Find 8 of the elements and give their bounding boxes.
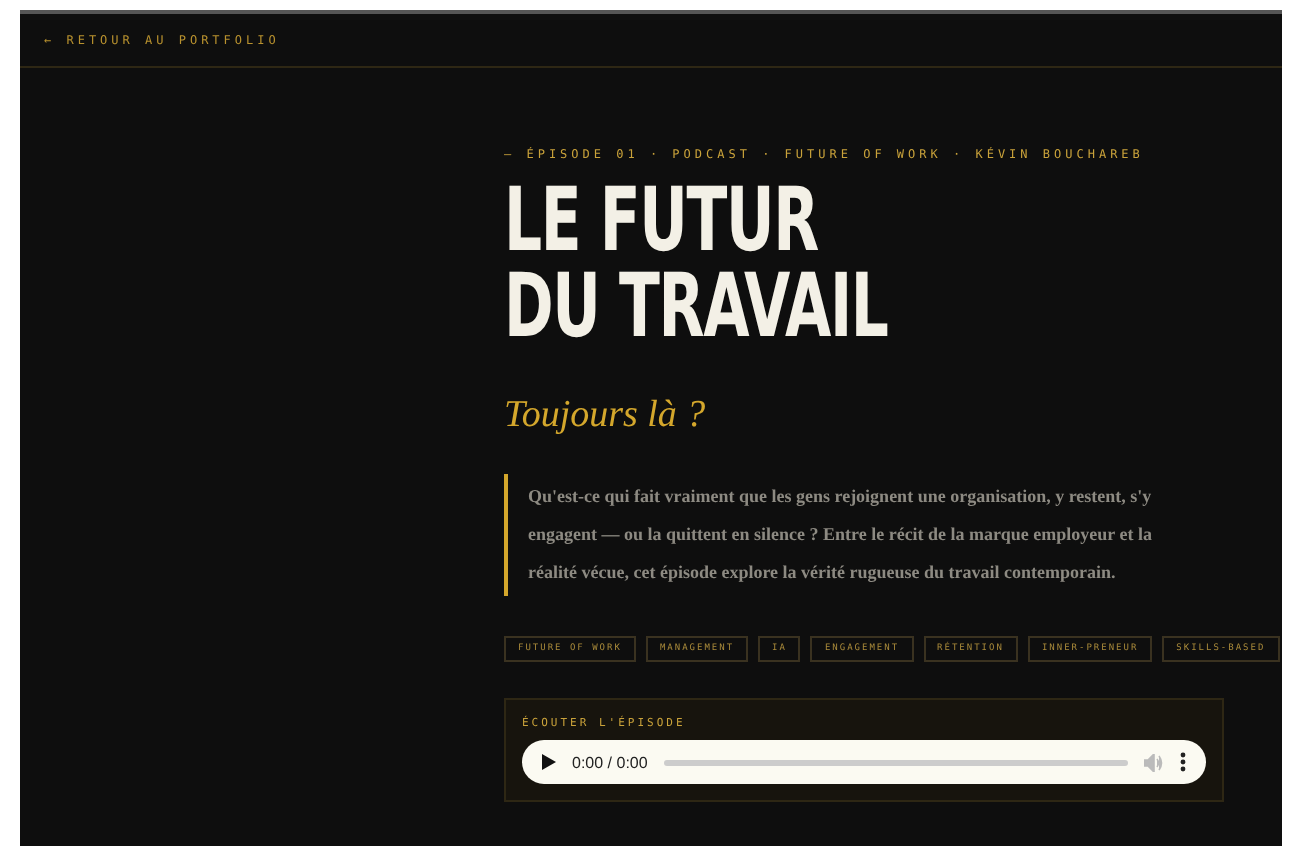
time-display: 0:00 / 0:00: [572, 753, 648, 771]
progress-track[interactable]: [663, 759, 1128, 765]
subtitle: Toujours là ?: [504, 394, 708, 438]
play-icon[interactable]: [542, 754, 556, 770]
more-icon[interactable]: [1180, 752, 1186, 772]
intro-paragraph: Qu'est-ce qui fait vraiment que les gens rejoignent une organisation, y restent, s'y engagent — ou la quittent en silence ? Entre le récit de la marque employeur et la réalité vécue, cet épisode explore la vérité rugueuse du travail contemporain.: [504, 474, 1164, 596]
page-title: LE FUTUR: [504, 178, 818, 264]
page-title: DU TRAVAIL: [504, 264, 888, 350]
